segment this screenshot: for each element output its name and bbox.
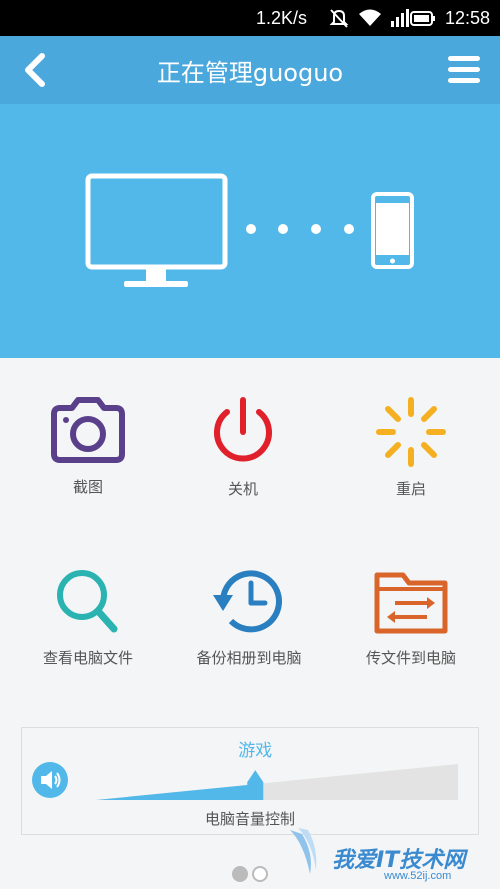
status-bar: 1.2K/s 12:58 (0, 0, 500, 36)
speaker-icon (41, 771, 61, 789)
hamburger-menu-icon (448, 56, 480, 83)
menu-button[interactable] (444, 52, 484, 88)
page-dot-1[interactable] (232, 866, 248, 882)
shutdown-label: 关机 (227, 480, 258, 498)
volume-slider[interactable] (96, 758, 458, 802)
volume-fill (96, 784, 256, 800)
connection-illustration (85, 173, 414, 287)
action-grid: 截图 关机 重启 查看电脑文件 备份相册到电脑 传文件到电脑 (0, 358, 500, 688)
shutdown-button[interactable]: 关机 (160, 396, 326, 499)
volume-thumb (247, 770, 264, 800)
loading-spinner-icon (376, 397, 446, 467)
connection-banner (0, 104, 500, 358)
page-title: 正在管理guoguo (156, 59, 344, 87)
mute-icon (329, 9, 349, 28)
camera-icon (51, 397, 125, 463)
signal-icon (391, 9, 409, 27)
screenshot-button[interactable]: 截图 (5, 396, 171, 497)
restart-label: 重启 (395, 480, 426, 498)
send-file-button[interactable]: 传文件到电脑 (328, 565, 494, 668)
phone-icon (371, 192, 414, 269)
clock: 12:58 (444, 8, 490, 28)
monitor-icon (85, 173, 228, 287)
title-bar: 正在管理guoguo (0, 36, 500, 104)
page-indicator (232, 866, 272, 884)
volume-button[interactable] (32, 762, 68, 798)
connection-dots (246, 224, 354, 234)
history-clock-icon (213, 570, 282, 633)
page-dot-2[interactable] (252, 866, 268, 882)
send-file-label: 传文件到电脑 (365, 649, 456, 667)
backup-album-button[interactable]: 备份相册到电脑 (166, 565, 332, 668)
wifi-icon (359, 9, 381, 26)
volume-panel: 游戏 电脑音量控制 (21, 727, 479, 835)
battery-icon (410, 11, 435, 26)
power-icon (214, 397, 272, 462)
magnifier-icon (57, 570, 118, 633)
view-files-button[interactable]: 查看电脑文件 (5, 565, 171, 668)
watermark-url: www.52ij.com (384, 870, 452, 882)
restart-button[interactable]: 重启 (328, 396, 494, 499)
network-speed: 1.2K/s (255, 8, 307, 28)
view-files-label: 查看电脑文件 (42, 649, 133, 667)
backup-album-label: 备份相册到电脑 (196, 649, 302, 667)
volume-track (96, 764, 458, 800)
folder-transfer-icon (374, 572, 448, 634)
watermark: 我爱IT技术网 www.52ij.com (284, 824, 500, 889)
screenshot-label: 截图 (72, 478, 103, 496)
